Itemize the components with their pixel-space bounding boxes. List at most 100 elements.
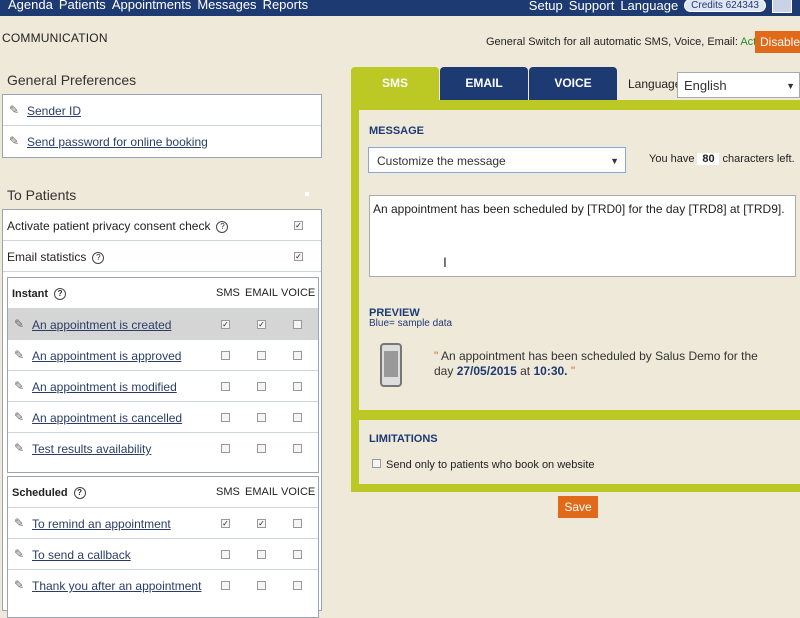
email-checkbox[interactable] xyxy=(257,444,266,453)
email-checkbox[interactable] xyxy=(257,351,266,360)
table-row[interactable]: ✎ An appointment is created xyxy=(8,309,318,340)
nav-appointments[interactable]: Appointments xyxy=(112,0,192,12)
email-checkbox[interactable] xyxy=(257,519,266,528)
voice-checkbox[interactable] xyxy=(293,351,302,360)
online-booking-password-link[interactable]: Send password for online booking xyxy=(27,135,208,149)
nav-patients[interactable]: Patients xyxy=(59,0,106,12)
nav-messages[interactable]: Messages xyxy=(197,0,256,12)
email-stats-checkbox[interactable] xyxy=(294,252,303,261)
row-label[interactable]: An appointment is cancelled xyxy=(32,411,182,425)
language-select[interactable]: English ▼ xyxy=(677,72,800,98)
to-patients-box: Activate patient privacy consent check? … xyxy=(2,209,322,618)
message-textarea[interactable]: An appointment has been scheduled by [TR… xyxy=(369,195,796,277)
privacy-row: Activate patient privacy consent check? xyxy=(3,210,321,241)
voice-checkbox[interactable] xyxy=(293,382,302,391)
disable-button[interactable]: Disable xyxy=(755,31,800,53)
phone-icon xyxy=(380,343,402,387)
scheduled-table: Scheduled? SMS EMAIL VOICE ✎ To remind a… xyxy=(7,476,319,618)
email-checkbox[interactable] xyxy=(257,413,266,422)
email-column-header: EMAIL xyxy=(245,486,279,498)
voice-checkbox[interactable] xyxy=(293,444,302,453)
scroll-indicator xyxy=(305,192,309,196)
row-label[interactable]: An appointment is approved xyxy=(32,349,181,363)
sms-column-header: SMS xyxy=(216,486,240,498)
characters-left: You have 80 characters left. xyxy=(649,153,795,165)
voice-checkbox[interactable] xyxy=(293,550,302,559)
limitations-panel xyxy=(359,420,800,484)
switch-label: General Switch for all automatic SMS, Vo… xyxy=(486,36,738,48)
help-icon[interactable]: ? xyxy=(216,220,229,233)
nav-reports[interactable]: Reports xyxy=(263,0,309,12)
general-preferences-title: General Preferences xyxy=(7,72,137,88)
table-row[interactable]: ✎ To send a callback xyxy=(8,539,318,570)
pencil-icon: ✎ xyxy=(9,103,20,117)
tab-voice[interactable]: VOICE xyxy=(529,67,617,100)
language-label: Language xyxy=(628,77,682,91)
chars-prefix: You have xyxy=(649,153,695,165)
table-row[interactable]: ✎ An appointment is cancelled xyxy=(8,402,318,433)
help-icon[interactable]: ? xyxy=(73,487,86,500)
privacy-checkbox[interactable] xyxy=(294,221,303,230)
sms-checkbox[interactable] xyxy=(221,550,230,559)
avatar[interactable] xyxy=(772,0,792,13)
voice-checkbox[interactable] xyxy=(293,519,302,528)
instant-table: Instant? SMS EMAIL VOICE ✎ An appointmen… xyxy=(7,277,319,473)
credits-badge[interactable]: Credits 624343 xyxy=(684,0,766,12)
chevron-down-icon: ▼ xyxy=(610,156,619,166)
general-switch: General Switch for all automatic SMS, Vo… xyxy=(486,36,770,48)
website-only-checkbox[interactable] xyxy=(372,459,381,468)
pencil-icon: ✎ xyxy=(14,516,25,530)
row-label[interactable]: To remind an appointment xyxy=(32,517,171,531)
nav-agenda[interactable]: Agenda xyxy=(8,0,53,12)
sms-checkbox[interactable] xyxy=(221,382,230,391)
list-item[interactable]: ✎ Send password for online booking xyxy=(3,126,321,156)
table-row[interactable]: ✎ Thank you after an appointment xyxy=(8,570,318,600)
row-label[interactable]: To send a callback xyxy=(32,548,131,562)
to-patients-title: To Patients xyxy=(7,187,77,203)
save-button[interactable]: Save xyxy=(558,496,598,518)
email-checkbox[interactable] xyxy=(257,320,266,329)
pencil-icon: ✎ xyxy=(14,410,25,424)
row-label[interactable]: An appointment is created xyxy=(32,318,171,332)
sms-checkbox[interactable] xyxy=(221,351,230,360)
instant-header: Instant? SMS EMAIL VOICE xyxy=(8,278,318,309)
help-icon[interactable]: ? xyxy=(54,288,67,301)
voice-checkbox[interactable] xyxy=(293,320,302,329)
nav-setup[interactable]: Setup xyxy=(529,0,563,13)
nav-language[interactable]: Language xyxy=(620,0,678,13)
voice-checkbox[interactable] xyxy=(293,413,302,422)
pencil-icon: ✎ xyxy=(9,134,20,148)
sms-checkbox[interactable] xyxy=(221,413,230,422)
sms-checkbox[interactable] xyxy=(221,581,230,590)
row-label[interactable]: Test results availability xyxy=(32,442,151,456)
row-label[interactable]: Thank you after an appointment xyxy=(32,579,201,593)
privacy-label: Activate patient privacy consent check? xyxy=(7,219,229,233)
tab-sms[interactable]: SMS xyxy=(351,67,439,100)
email-stats-label: Email statistics? xyxy=(7,250,105,264)
email-checkbox[interactable] xyxy=(257,581,266,590)
sender-id-link[interactable]: Sender ID xyxy=(27,104,81,118)
email-checkbox[interactable] xyxy=(257,382,266,391)
help-icon[interactable]: ? xyxy=(92,251,105,264)
voice-checkbox[interactable] xyxy=(293,581,302,590)
table-row[interactable]: ✎ To remind an appointment xyxy=(8,508,318,539)
list-item[interactable]: ✎ Sender ID xyxy=(3,95,321,126)
table-row[interactable]: ✎ An appointment is modified xyxy=(8,371,318,402)
chars-suffix: characters left. xyxy=(722,153,795,165)
sms-checkbox[interactable] xyxy=(221,519,230,528)
nav-support[interactable]: Support xyxy=(569,0,615,13)
pencil-icon: ✎ xyxy=(14,547,25,561)
sms-column-header: SMS xyxy=(216,287,240,299)
table-row[interactable]: ✎ Test results availability xyxy=(8,433,318,463)
preview-at: at xyxy=(520,364,531,378)
sms-checkbox[interactable] xyxy=(221,320,230,329)
preview-text: " An appointment has been scheduled by S… xyxy=(434,349,758,378)
table-row[interactable]: ✎ An appointment is approved xyxy=(8,340,318,371)
tab-email[interactable]: EMAIL xyxy=(440,67,528,100)
email-column-header: EMAIL xyxy=(245,287,279,299)
row-label[interactable]: An appointment is modified xyxy=(32,380,177,394)
sms-checkbox[interactable] xyxy=(221,444,230,453)
message-template-select[interactable]: Customize the message ▼ xyxy=(368,147,626,173)
preview-time: 10:30. xyxy=(533,364,568,378)
email-checkbox[interactable] xyxy=(257,550,266,559)
